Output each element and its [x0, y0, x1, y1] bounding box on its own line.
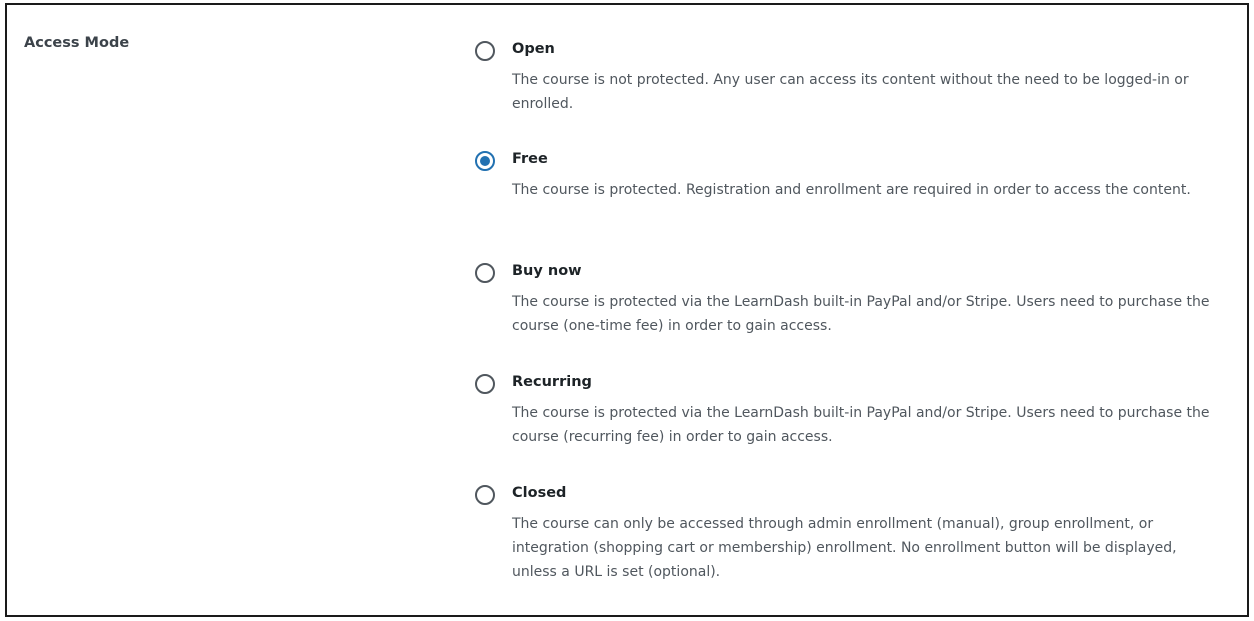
option-title-buy-now: Buy now [512, 263, 582, 279]
option-description-buy-now: The course is protected via the LearnDas… [512, 294, 1210, 334]
radio-buy-now[interactable] [475, 263, 495, 283]
radio-free[interactable] [475, 151, 495, 171]
option-description-free: The course is protected. Registration an… [512, 182, 1191, 198]
option-description-recurring: The course is protected via the LearnDas… [512, 405, 1210, 445]
radio-open[interactable] [475, 41, 495, 61]
option-title-free: Free [512, 151, 548, 167]
option-title-closed: Closed [512, 485, 567, 501]
option-title-recurring: Recurring [512, 374, 592, 390]
radio-recurring[interactable] [475, 374, 495, 394]
option-title-open: Open [512, 41, 555, 57]
access-mode-label: Access Mode [24, 35, 130, 51]
access-mode-settings-panel: Access Mode Open The course is not prote… [5, 3, 1249, 617]
option-description-closed: The course can only be accessed through … [512, 516, 1177, 580]
radio-closed[interactable] [475, 485, 495, 505]
option-description-open: The course is not protected. Any user ca… [512, 72, 1189, 112]
